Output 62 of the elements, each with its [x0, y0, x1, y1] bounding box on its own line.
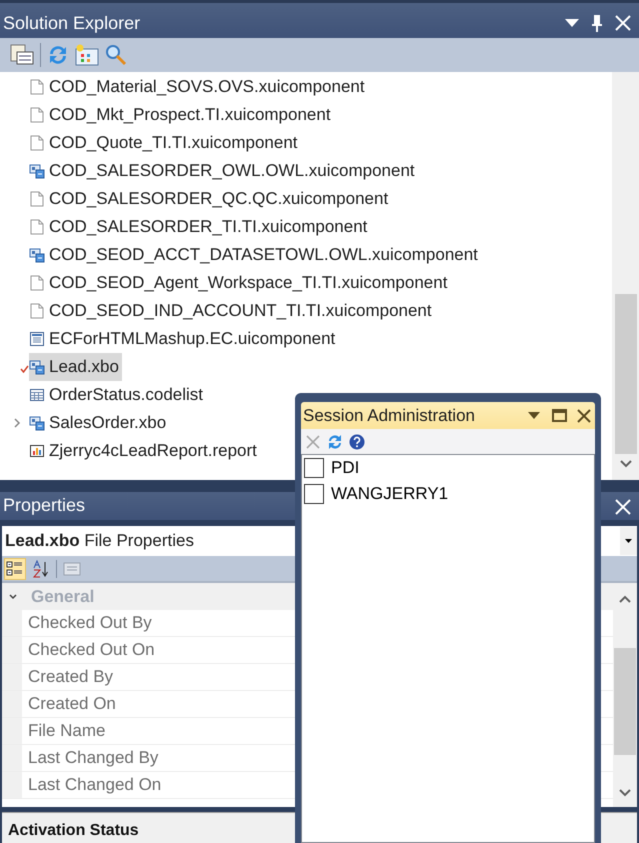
tree-item[interactable]: COD_SALESORDER_TI.TI.xuicomponent: [29, 212, 370, 242]
checkbox[interactable]: [304, 458, 324, 478]
tree-item[interactable]: COD_Quote_TI.TI.xuicomponent: [29, 128, 301, 158]
dropdown-icon[interactable]: [625, 538, 632, 543]
property-name: Checked Out By: [27, 612, 152, 634]
property-name: Created On: [27, 693, 116, 716]
new-item-icon[interactable]: [75, 44, 99, 66]
close-icon[interactable]: [577, 408, 591, 422]
session-name: WANGJERRY1: [331, 483, 448, 506]
tree-item[interactable]: COD_SEOD_IND_ACCOUNT_TI.TI.xuicomponent: [29, 296, 435, 326]
tree-item[interactable]: ECForHTMLMashup.EC.uicomponent: [29, 324, 338, 354]
component-icon: [29, 358, 45, 374]
component-icon: [29, 246, 45, 262]
object-name: Lead.xbo File Properties: [5, 530, 194, 552]
tree-item[interactable]: COD_SEOD_ACCT_DATASETOWL.OWL.xuicomponent: [29, 240, 481, 270]
document-icon: [29, 106, 45, 122]
tree-item[interactable]: COD_SALESORDER_OWL.OWL.xuicomponent: [29, 156, 418, 186]
document-icon: [29, 274, 45, 290]
properties-icon[interactable]: [10, 44, 34, 66]
tree-item[interactable]: Zjerryc4cLeadReport.report: [29, 436, 260, 466]
document-icon: [29, 78, 45, 94]
document-icon: [29, 190, 45, 206]
tree-item[interactable]: COD_Material_SOVS.OVS.xuicomponent: [29, 72, 368, 102]
category-header: General: [31, 586, 94, 608]
component-icon: [29, 414, 45, 430]
scroll-up-icon[interactable]: [619, 595, 631, 604]
categorized-button[interactable]: [4, 558, 26, 580]
help-icon[interactable]: [349, 434, 365, 450]
document-icon: [29, 218, 45, 234]
chart-icon: [29, 442, 45, 458]
tree-item[interactable]: SalesOrder.xbo: [29, 408, 170, 438]
search-icon[interactable]: [105, 44, 127, 66]
dropdown-icon[interactable]: [565, 19, 579, 27]
maximize-icon[interactable]: [552, 409, 567, 422]
component-icon: [29, 162, 45, 178]
tree-item[interactable]: COD_Mkt_Prospect.TI.xuicomponent: [29, 100, 334, 130]
tree-item[interactable]: Lead.xbo: [29, 352, 122, 382]
panel-title: Solution Explorer: [3, 12, 140, 35]
scrollbar-thumb[interactable]: [614, 294, 636, 454]
description-title: Activation Status: [8, 822, 139, 839]
property-name: Created By: [27, 666, 114, 688]
property-name: Last Changed By: [27, 747, 158, 770]
document-icon: [29, 134, 45, 150]
tree-item[interactable]: COD_SALESORDER_QC.QC.xuicomponent: [29, 184, 392, 214]
property-name: File Name: [27, 720, 106, 742]
dropdown-icon[interactable]: [528, 412, 540, 419]
table-icon: [29, 386, 45, 402]
scroll-down-icon[interactable]: [620, 460, 632, 468]
panel-title: Properties: [3, 494, 86, 518]
refresh-icon[interactable]: [327, 434, 343, 450]
property-name: Checked Out On: [27, 639, 155, 662]
session-name: PDI: [331, 457, 360, 480]
tree-item[interactable]: OrderStatus.codelist: [29, 380, 206, 410]
pin-icon[interactable]: [591, 14, 603, 32]
document-icon: [29, 302, 45, 318]
scroll-down-icon[interactable]: [619, 789, 631, 798]
window-title: Session Administration: [303, 404, 475, 427]
property-name: Last Changed On: [27, 774, 162, 796]
form-icon: [29, 330, 45, 346]
scrollbar-thumb[interactable]: [614, 648, 636, 756]
tree-item[interactable]: COD_SEOD_Agent_Workspace_TI.TI.xuicomponent: [29, 268, 450, 298]
checkbox[interactable]: [304, 484, 324, 504]
